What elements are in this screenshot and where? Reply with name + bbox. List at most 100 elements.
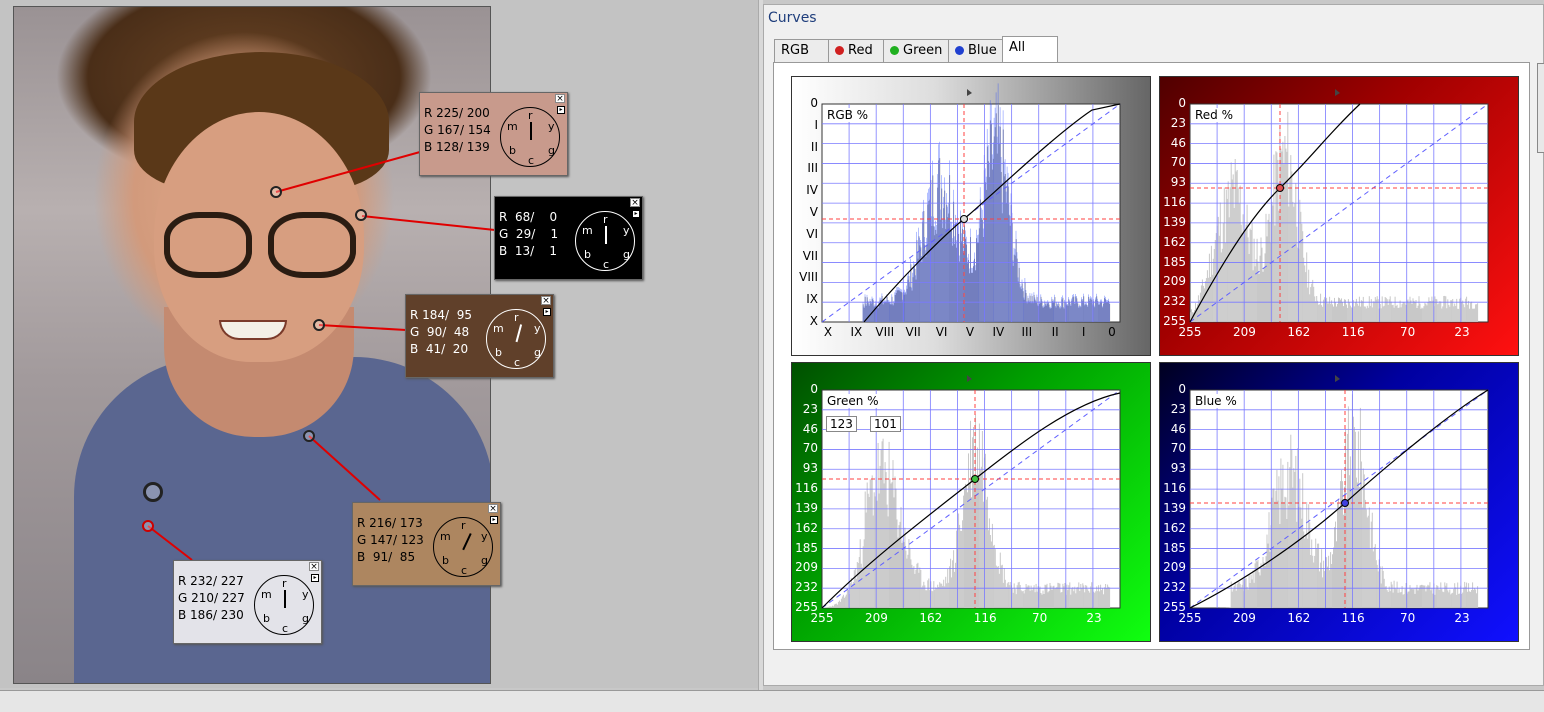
color-probe-5[interactable]: × ▸ R 232/ 227 G 210/ 227 B 186/ 230 r y…	[173, 560, 322, 644]
y-tick-label: I	[814, 117, 818, 132]
probe-r: R 225/ 200	[424, 106, 490, 120]
y-tick-label: 209	[1163, 560, 1186, 575]
dial-hand	[284, 590, 286, 608]
y-tick-label: 0	[1178, 96, 1186, 110]
close-icon[interactable]: ×	[555, 94, 565, 104]
tab-blue[interactable]: Blue	[948, 39, 1003, 63]
green-dot-icon	[890, 46, 899, 55]
green-curve-graph[interactable]: Green % 0 23 46 70 93 116 139 162 185 209 232 255 255…	[791, 362, 1151, 642]
x-tick-label: 162	[1287, 611, 1311, 625]
y-tick-label: 23	[802, 401, 818, 416]
probe-g: G 29/ 1	[499, 227, 559, 241]
probe-g: G 210/ 227	[178, 591, 245, 605]
probe-r: R 68/ 0	[499, 210, 558, 224]
y-tick-label: 185	[1163, 254, 1186, 269]
x-tick-label: 209	[1232, 611, 1256, 625]
y-tick-label: II	[810, 139, 818, 154]
side-panel-edge	[1537, 63, 1544, 153]
tab-green[interactable]: Green	[883, 39, 949, 63]
x-tick-label: 255	[1178, 611, 1202, 625]
y-tick-label: 139	[1163, 214, 1186, 229]
y-tick-label: III	[807, 161, 818, 176]
x-tick-label: V	[965, 325, 975, 339]
probe-point-1[interactable]	[270, 186, 282, 198]
probe-g: G 90/ 48	[410, 325, 470, 339]
triangle-marker-icon	[967, 89, 972, 96]
probe-point-2[interactable]	[355, 209, 367, 221]
tab-content: RGB % 0 I II III IV V VI VII VIII IX X X IX VIII VII VI V…	[773, 62, 1530, 650]
hue-dial: r y g c b m	[254, 575, 314, 635]
blue-dot-icon	[955, 46, 964, 55]
eyedropper-icon[interactable]	[143, 482, 163, 502]
triangle-marker-icon	[1335, 89, 1340, 96]
red-curve-graph[interactable]: Red % 0 23 46 70 93 116 139 162 185 209 232 255 255 20…	[1159, 76, 1519, 356]
green-graph-label: Green %	[826, 394, 880, 408]
pin-icon[interactable]: ▸	[557, 106, 565, 114]
hue-dial: r y g c b m	[486, 309, 546, 369]
color-probe-4[interactable]: × ▸ R 216/ 173 G 147/ 123 B 91/ 85 r y g…	[352, 502, 501, 586]
x-tick-label: IV	[992, 325, 1005, 339]
y-tick-label: 0	[810, 382, 818, 396]
triangle-marker-icon	[1335, 375, 1340, 382]
y-tick-label: 93	[1170, 175, 1186, 190]
dial-hand	[462, 533, 472, 551]
probe-b: B 41/ 20	[410, 342, 469, 356]
close-icon[interactable]: ×	[309, 562, 319, 572]
y-tick-label: IX	[806, 292, 818, 307]
probe-values: R 225/ 200 G 167/ 154 B 128/ 139	[424, 105, 491, 156]
y-tick-label: 209	[795, 560, 818, 575]
probe-r: R 216/ 173	[357, 516, 423, 530]
probe-r: R 184/ 95	[410, 308, 472, 322]
y-tick-label: 116	[1163, 481, 1186, 496]
color-probe-1[interactable]: × ▸ R 225/ 200 G 167/ 154 B 128/ 139 r y…	[419, 92, 568, 176]
blue-curve-graph[interactable]: Blue % 0 23 46 70 93 116 139 162 185 209 232 255 255 2…	[1159, 362, 1519, 642]
close-icon[interactable]: ×	[541, 296, 551, 306]
app-window: × ▸ R 225/ 200 G 167/ 154 B 128/ 139 r y…	[0, 0, 1544, 712]
tab-all[interactable]: All	[1002, 36, 1058, 63]
pin-icon[interactable]: ▸	[490, 516, 498, 524]
y-tick-label: 139	[1163, 500, 1186, 515]
rgb-graph-label: RGB %	[826, 108, 870, 122]
x-tick-label: II	[1051, 325, 1059, 339]
image-canvas-area[interactable]: × ▸ R 225/ 200 G 167/ 154 B 128/ 139 r y…	[0, 0, 758, 688]
pin-icon[interactable]: ▸	[632, 210, 640, 218]
input-value-box[interactable]: 123	[826, 416, 857, 432]
x-tick-label: VIII	[875, 325, 895, 339]
y-tick-label: 46	[1170, 135, 1186, 150]
pin-icon[interactable]: ▸	[311, 574, 319, 582]
probe-point-3[interactable]	[313, 319, 325, 331]
probe-g: G 147/ 123	[357, 533, 424, 547]
color-probe-2[interactable]: × ▸ R 68/ 0 G 29/ 1 B 13/ 1 r y g c b m	[494, 196, 643, 280]
red-graph-label: Red %	[1194, 108, 1235, 122]
dial-hand	[515, 324, 523, 343]
pin-icon[interactable]: ▸	[543, 308, 551, 316]
x-tick-label: VI	[935, 325, 948, 339]
x-tick-label: 116	[1341, 611, 1365, 625]
close-icon[interactable]: ×	[630, 198, 640, 208]
y-tick-label: 232	[795, 580, 818, 595]
y-tick-label: 116	[1163, 195, 1186, 210]
probe-point-4[interactable]	[303, 430, 315, 442]
output-value-box[interactable]: 101	[870, 416, 901, 432]
panel-title: Curves	[768, 10, 817, 26]
y-tick-label: 232	[1163, 294, 1186, 309]
x-tick-label: IX	[850, 325, 863, 339]
tab-red[interactable]: Red	[828, 39, 884, 63]
probe-b: B 128/ 139	[424, 140, 490, 154]
close-icon[interactable]: ×	[488, 504, 498, 514]
x-tick-label: 209	[864, 611, 888, 625]
probe-values: R 216/ 173 G 147/ 123 B 91/ 85	[357, 515, 424, 566]
x-tick-label: 209	[1232, 325, 1256, 339]
y-tick-label: 185	[1163, 540, 1186, 555]
x-tick-label: 23	[1454, 325, 1470, 339]
color-probe-3[interactable]: × ▸ R 184/ 95 G 90/ 48 B 41/ 20 r y g c …	[405, 294, 554, 378]
rgb-curve-graph[interactable]: RGB % 0 I II III IV V VI VII VIII IX X X IX VIII VII VI V…	[791, 76, 1151, 356]
probe-values: R 184/ 95 G 90/ 48 B 41/ 20	[410, 307, 472, 358]
probe-point-5[interactable]	[142, 520, 154, 532]
probe-b: B 13/ 1	[499, 244, 558, 258]
tab-rgb[interactable]: RGB	[774, 39, 829, 63]
triangle-marker-icon	[967, 375, 972, 382]
x-tick-label: 70	[1399, 325, 1416, 339]
y-tick-label: 93	[1170, 461, 1186, 476]
y-tick-label: 162	[1163, 234, 1186, 249]
